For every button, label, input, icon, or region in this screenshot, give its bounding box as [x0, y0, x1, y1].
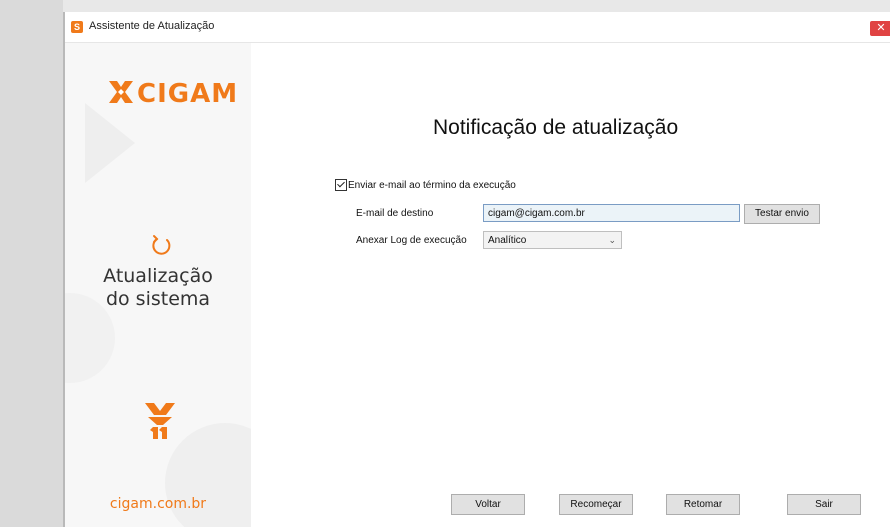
website-link: cigam.com.br — [109, 496, 207, 512]
notify-email-checkbox[interactable] — [335, 179, 347, 191]
log-type-value: Analítico — [488, 235, 527, 246]
update-wizard-window: S Assistente de Atualização ✕ CIGAM Atua… — [63, 12, 890, 527]
notify-email-label: Enviar e-mail ao término da execução — [348, 179, 516, 191]
window-title: Assistente de Atualização — [89, 20, 215, 32]
resume-label: Retomar — [683, 499, 723, 510]
resume-button[interactable]: Retomar — [666, 494, 740, 515]
cigam-11-badge-icon — [145, 403, 175, 439]
exit-label: Sair — [815, 499, 833, 510]
decorative-triangle — [85, 103, 135, 183]
log-type-select[interactable]: Analítico ⌄ — [483, 231, 622, 249]
notify-email-row[interactable]: Enviar e-mail ao término da execução — [335, 179, 516, 191]
restart-button[interactable]: Recomeçar — [559, 494, 633, 515]
desktop-background — [0, 0, 63, 527]
test-send-label: Testar envio — [755, 208, 809, 219]
restart-label: Recomeçar — [570, 499, 622, 510]
cigam-logo-icon — [109, 81, 133, 103]
back-label: Voltar — [475, 499, 501, 510]
sidebar-title-line1: Atualização — [103, 265, 213, 287]
email-field[interactable]: cigam@cigam.com.br — [483, 204, 740, 222]
logo-text: CIGAM — [137, 79, 239, 109]
log-label: Anexar Log de execução — [356, 235, 467, 246]
sidebar-title: Atualização do sistema — [65, 265, 251, 311]
desktop-strip — [63, 0, 890, 12]
back-button[interactable]: Voltar — [451, 494, 525, 515]
app-icon: S — [71, 21, 83, 33]
sidebar-title-line2: do sistema — [105, 288, 211, 310]
sidebar-panel: CIGAM Atualização do sistema cigam.com.b… — [65, 43, 251, 527]
test-send-button[interactable]: Testar envio — [744, 204, 820, 224]
refresh-icon — [152, 235, 171, 255]
exit-button[interactable]: Sair — [787, 494, 861, 515]
chevron-down-icon: ⌄ — [608, 235, 616, 245]
close-button[interactable]: ✕ — [870, 21, 890, 36]
title-bar: S Assistente de Atualização ✕ — [65, 12, 890, 43]
email-label: E-mail de destino — [356, 208, 434, 219]
page-title: Notificação de atualização — [433, 116, 679, 139]
